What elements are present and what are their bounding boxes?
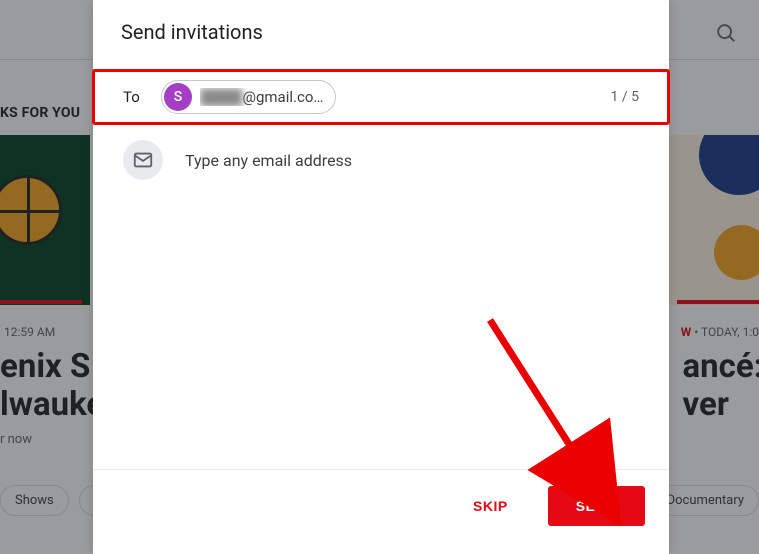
recipient-counter: 1 / 5: [611, 89, 639, 105]
mail-icon: [123, 140, 163, 180]
skip-button[interactable]: SKIP: [457, 488, 524, 524]
dialog-actions: SKIP SEND: [93, 469, 669, 554]
recipient-email: ████@gmail.co…: [200, 88, 323, 106]
recipient-chip[interactable]: S ████@gmail.co…: [161, 80, 336, 114]
send-button[interactable]: SEND: [548, 486, 645, 526]
to-label: To: [123, 88, 161, 106]
email-hint-row[interactable]: Type any email address: [93, 124, 669, 196]
dialog-title: Send invitations: [93, 0, 669, 70]
email-hint-text: Type any email address: [185, 151, 352, 170]
recipient-row[interactable]: To S ████@gmail.co… 1 / 5: [93, 70, 669, 124]
avatar: S: [164, 83, 192, 111]
send-invitations-dialog: Send invitations To S ████@gmail.co… 1 /…: [93, 0, 669, 554]
